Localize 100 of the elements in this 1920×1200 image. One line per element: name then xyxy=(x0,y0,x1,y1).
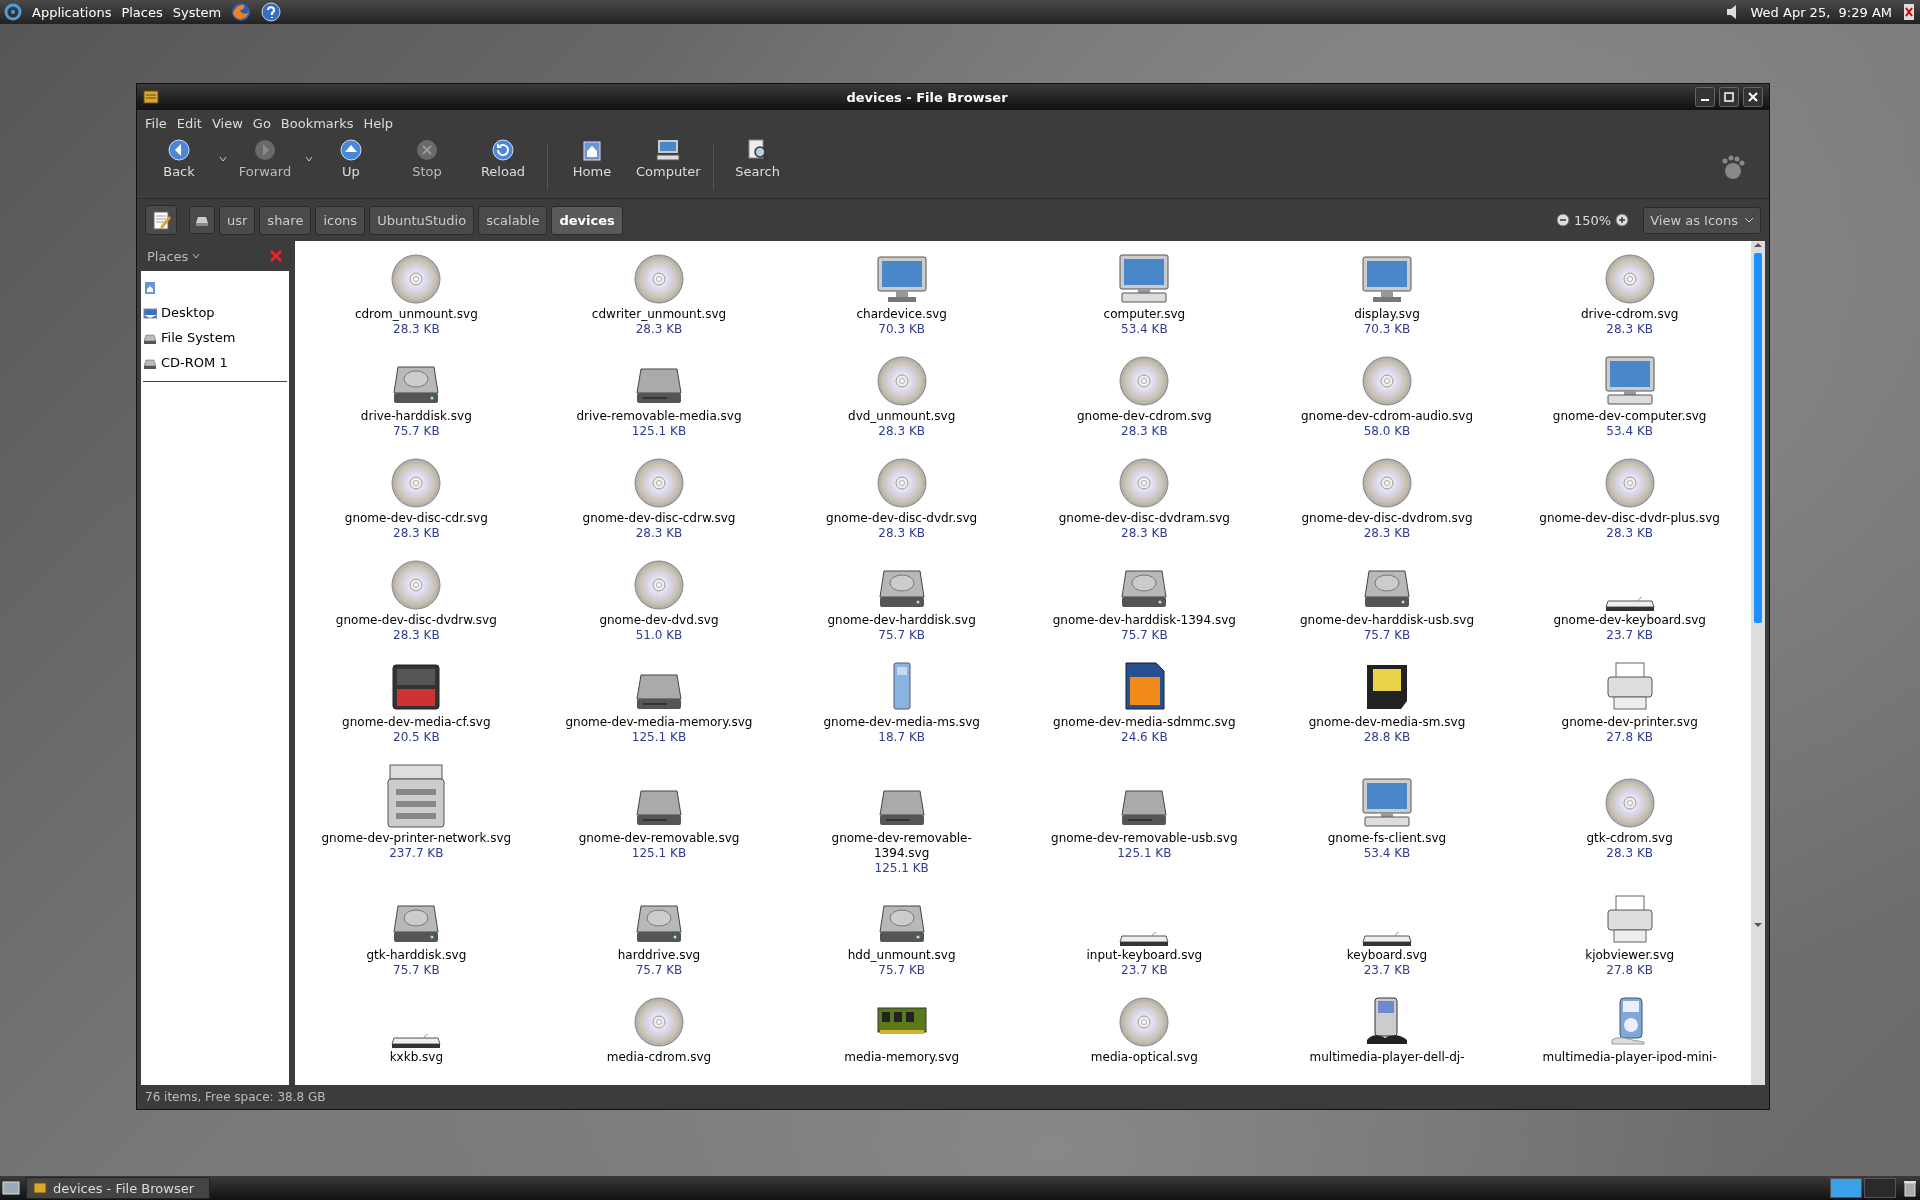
path-root-button[interactable] xyxy=(189,206,215,234)
file-name[interactable]: gnome-dev-disc-cdrw.svg xyxy=(582,511,736,526)
toolbar-button[interactable]: Computer xyxy=(630,138,707,179)
file-name[interactable]: gnome-dev-disc-cdr.svg xyxy=(344,511,488,526)
file-name[interactable]: gnome-dev-removable-1394.svg xyxy=(806,831,997,861)
file-name[interactable]: gnome-dev-dvd.svg xyxy=(599,613,719,628)
panel-menu[interactable]: System xyxy=(172,4,222,20)
toolbar-button[interactable]: Home xyxy=(554,138,630,179)
file-name[interactable]: gnome-dev-removable-usb.svg xyxy=(1051,831,1238,846)
path-button[interactable]: icons xyxy=(315,205,366,235)
file-name[interactable]: harddrive.svg xyxy=(617,948,701,963)
panel-menu[interactable]: Places xyxy=(121,4,163,20)
file-name[interactable]: media-memory.svg xyxy=(844,1050,960,1065)
show-desktop-icon[interactable] xyxy=(2,1180,20,1196)
toolbar-button[interactable]: Back xyxy=(141,138,217,179)
house-icon[interactable] xyxy=(143,280,157,295)
help-icon[interactable] xyxy=(261,2,282,22)
file-name[interactable]: gnome-dev-harddisk-usb.svg xyxy=(1299,613,1475,628)
file-name[interactable]: gnome-dev-media-ms.svg xyxy=(823,715,980,730)
computer-icon xyxy=(656,138,681,162)
file-name[interactable]: gnome-dev-disc-dvdram.svg xyxy=(1058,511,1230,526)
file-name[interactable]: gnome-dev-computer.svg xyxy=(1552,409,1707,424)
view-mode-dropdown[interactable]: View as Icons xyxy=(1643,206,1761,234)
file-name[interactable]: gnome-dev-harddisk-1394.svg xyxy=(1052,613,1236,628)
file-name[interactable]: gnome-fs-client.svg xyxy=(1327,831,1447,846)
minimize-button[interactable] xyxy=(1695,87,1715,107)
path-button[interactable]: UbuntuStudio xyxy=(369,205,475,235)
file-name[interactable]: computer.svg xyxy=(1103,307,1186,322)
file-name[interactable]: gnome-dev-media-sdmmc.svg xyxy=(1053,715,1236,730)
clock[interactable]: Wed Apr 25, 9:29 AM xyxy=(1750,4,1892,20)
toolbar-button[interactable]: Search xyxy=(719,138,796,179)
file-name[interactable]: gnome-dev-printer-network.svg xyxy=(321,831,512,846)
file-name[interactable]: gnome-dev-disc-dvdrw.svg xyxy=(335,613,497,628)
file-name[interactable]: kxkb.svg xyxy=(389,1050,444,1065)
file-name[interactable]: display.svg xyxy=(1354,307,1420,322)
file-name[interactable]: input-keyboard.svg xyxy=(1086,948,1203,963)
sidebar-item[interactable]: Desktop xyxy=(143,300,287,325)
close-button[interactable] xyxy=(1743,87,1763,107)
sidebar-item[interactable]: CD-ROM 1 xyxy=(143,350,287,375)
file-name[interactable]: gnome-dev-media-sm.svg xyxy=(1308,715,1466,730)
path-button[interactable]: share xyxy=(259,205,312,235)
file-name[interactable]: multimedia-player-dell-dj- xyxy=(1309,1050,1465,1065)
trash-icon[interactable] xyxy=(1902,1179,1918,1197)
menu-item[interactable]: File xyxy=(141,113,171,133)
file-name[interactable]: dvd_unmount.svg xyxy=(848,409,956,424)
file-name[interactable]: kjobviewer.svg xyxy=(1585,948,1675,963)
sidebar-selector[interactable]: Places xyxy=(147,248,201,264)
file-name[interactable]: media-optical.svg xyxy=(1090,1050,1198,1065)
browser-globe-icon[interactable] xyxy=(231,2,252,22)
location-toggle-button[interactable] xyxy=(145,205,177,235)
file-name[interactable]: drive-harddisk.svg xyxy=(360,409,472,424)
menu-item[interactable]: Help xyxy=(359,113,398,133)
zoom-in-icon[interactable] xyxy=(1615,213,1630,227)
file-name[interactable]: hdd_unmount.svg xyxy=(847,948,956,963)
file-name[interactable]: drive-cdrom.svg xyxy=(1580,307,1679,322)
maximize-button[interactable] xyxy=(1719,87,1739,107)
file-name[interactable]: gtk-harddisk.svg xyxy=(366,948,467,963)
file-name[interactable]: gnome-dev-disc-dvdr.svg xyxy=(826,511,978,526)
taskbar-window-button[interactable]: devices - File Browser xyxy=(26,1177,210,1199)
file-name[interactable]: gnome-dev-media-memory.svg xyxy=(565,715,753,730)
file-name[interactable]: drive-removable-media.svg xyxy=(576,409,742,424)
dropdown-caret-icon[interactable] xyxy=(219,156,227,162)
menu-item[interactable]: View xyxy=(207,113,247,133)
panel-menu[interactable]: Applications xyxy=(32,4,112,20)
folder-icon[interactable] xyxy=(143,90,159,104)
path-button[interactable]: usr xyxy=(219,205,256,235)
file-name[interactable]: cdwriter_unmount.svg xyxy=(591,307,727,322)
file-name[interactable]: chardevice.svg xyxy=(856,307,947,322)
file-name[interactable]: gnome-dev-disc-dvdrom.svg xyxy=(1301,511,1473,526)
logout-icon[interactable] xyxy=(1902,2,1916,22)
disc-icon xyxy=(1118,457,1171,509)
toolbar-button[interactable]: Reload xyxy=(465,138,541,179)
file-name[interactable]: keyboard.svg xyxy=(1346,948,1428,963)
menu-item[interactable]: Bookmarks xyxy=(276,113,358,133)
file-name[interactable]: gnome-dev-harddisk.svg xyxy=(827,613,976,628)
zoom-out-icon[interactable] xyxy=(1556,213,1570,227)
sidebar-item[interactable]: File System xyxy=(143,325,287,350)
folder-icon xyxy=(33,1182,47,1194)
file-name[interactable]: gtk-cdrom.svg xyxy=(1586,831,1673,846)
menu-item[interactable]: Edit xyxy=(172,113,206,133)
file-name[interactable]: gnome-dev-media-cf.svg xyxy=(342,715,491,730)
menu-item[interactable]: Go xyxy=(248,113,275,133)
file-name[interactable]: gnome-dev-keyboard.svg xyxy=(1553,613,1706,628)
distro-logo-icon[interactable] xyxy=(4,3,22,21)
file-name[interactable]: gnome-dev-removable.svg xyxy=(578,831,740,846)
file-name[interactable]: cdrom_unmount.svg xyxy=(354,307,478,322)
path-button[interactable]: devices xyxy=(551,205,623,235)
path-button[interactable]: scalable xyxy=(478,205,548,235)
file-name[interactable]: multimedia-player-ipod-mini- xyxy=(1542,1050,1717,1065)
workspace-switcher-cell[interactable] xyxy=(1830,1178,1862,1198)
workspace-switcher-cell[interactable] xyxy=(1864,1178,1896,1198)
file-name[interactable]: gnome-dev-cdrom-audio.svg xyxy=(1300,409,1474,424)
file-name[interactable]: media-cdrom.svg xyxy=(606,1050,712,1065)
file-size: 75.7 KB xyxy=(393,424,440,439)
file-name[interactable]: gnome-dev-cdrom.svg xyxy=(1076,409,1212,424)
file-name[interactable]: gnome-dev-printer.svg xyxy=(1561,715,1698,730)
file-name[interactable]: gnome-dev-disc-dvdr-plus.svg xyxy=(1539,511,1720,526)
dropdown-caret-icon xyxy=(192,253,201,259)
toolbar-button[interactable]: Up xyxy=(313,138,389,179)
close-sidebar-icon[interactable] xyxy=(269,249,283,263)
